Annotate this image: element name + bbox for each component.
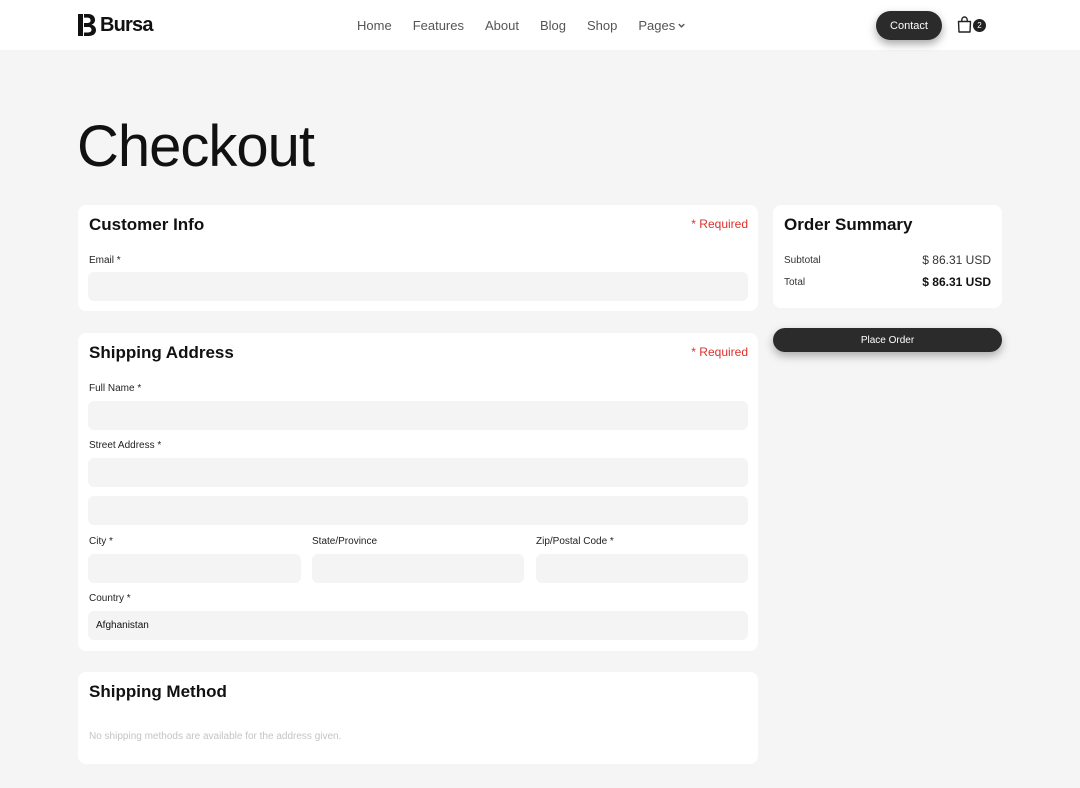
brand-logo[interactable]: Bursa bbox=[78, 13, 153, 37]
nav-about[interactable]: About bbox=[485, 18, 519, 33]
order-summary-title: Order Summary bbox=[784, 215, 913, 234]
nav-pages-label: Pages bbox=[638, 17, 676, 33]
nav-features[interactable]: Features bbox=[413, 18, 464, 33]
shipping-method-message: No shipping methods are available for th… bbox=[89, 731, 342, 742]
state-field[interactable] bbox=[312, 554, 524, 583]
shipping-method-card: Shipping Method No shipping methods are … bbox=[78, 672, 758, 764]
full-name-label: Full Name * bbox=[89, 383, 142, 394]
logo-mark-icon bbox=[78, 14, 96, 36]
street-address-label: Street Address * bbox=[89, 440, 162, 451]
cart-button[interactable]: 2 bbox=[957, 16, 989, 34]
subtotal-value: $ 86.31 USD bbox=[922, 253, 991, 267]
subtotal-label: Subtotal bbox=[784, 255, 821, 266]
shipping-address-card: Shipping Address * Required Full Name * … bbox=[78, 333, 758, 651]
nav-blog[interactable]: Blog bbox=[540, 18, 566, 33]
site-header: Bursa Home Features About Blog Shop Page… bbox=[0, 0, 1080, 50]
email-field[interactable] bbox=[88, 272, 748, 301]
state-label: State/Province bbox=[312, 536, 378, 547]
zip-field[interactable] bbox=[536, 554, 748, 583]
shipping-address-title: Shipping Address bbox=[89, 343, 234, 362]
cart-count-badge: 2 bbox=[973, 19, 986, 32]
customer-info-card: Customer Info * Required Email * bbox=[78, 205, 758, 311]
total-row: Total $ 86.31 USD bbox=[784, 275, 991, 291]
city-field[interactable] bbox=[88, 554, 301, 583]
main-nav: Home Features About Blog Shop Pages bbox=[357, 16, 686, 34]
country-select[interactable] bbox=[88, 611, 748, 640]
customer-info-title: Customer Info bbox=[89, 215, 205, 234]
zip-label: Zip/Postal Code * bbox=[536, 536, 614, 547]
required-note: * Required bbox=[691, 217, 748, 231]
chevron-down-icon bbox=[678, 23, 685, 28]
nav-home[interactable]: Home bbox=[357, 18, 392, 33]
email-label: Email * bbox=[89, 255, 121, 266]
full-name-field[interactable] bbox=[88, 401, 748, 430]
nav-pages-dropdown[interactable]: Pages bbox=[638, 18, 686, 33]
city-label: City * bbox=[89, 536, 113, 547]
total-value: $ 86.31 USD bbox=[922, 275, 991, 289]
brand-name: Bursa bbox=[100, 13, 153, 36]
shopping-bag-icon bbox=[957, 16, 972, 33]
country-label: Country * bbox=[89, 593, 131, 604]
required-note: * Required bbox=[691, 345, 748, 359]
shipping-method-title: Shipping Method bbox=[89, 682, 227, 701]
total-label: Total bbox=[784, 277, 806, 288]
page-title: Checkout bbox=[77, 114, 315, 179]
contact-button[interactable]: Contact bbox=[876, 11, 942, 40]
subtotal-row: Subtotal $ 86.31 USD bbox=[784, 253, 991, 269]
place-order-button[interactable]: Place Order bbox=[773, 328, 1002, 352]
order-summary-card: Order Summary Subtotal $ 86.31 USD Total… bbox=[773, 205, 1002, 308]
street-address-line2-field[interactable] bbox=[88, 496, 748, 525]
nav-shop[interactable]: Shop bbox=[587, 18, 617, 33]
street-address-line1-field[interactable] bbox=[88, 458, 748, 487]
